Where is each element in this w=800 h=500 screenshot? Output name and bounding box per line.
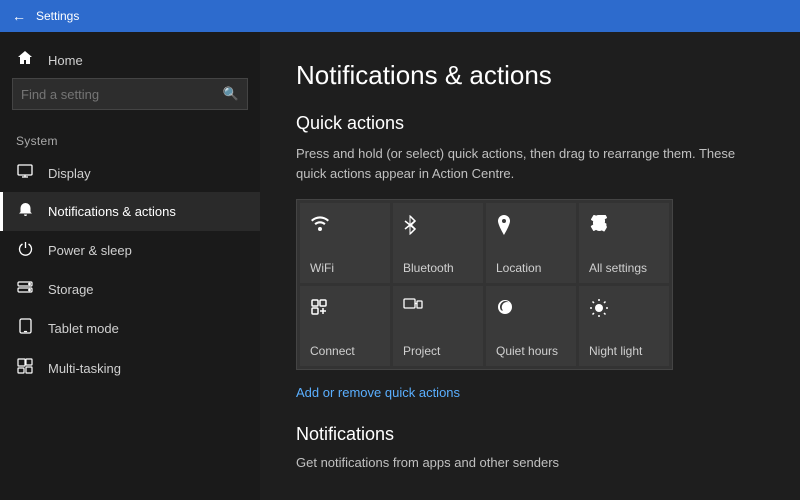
notifications-icon <box>16 202 34 221</box>
night-light-icon <box>589 298 609 323</box>
add-remove-link[interactable]: Add or remove quick actions <box>296 385 460 400</box>
display-icon <box>16 164 34 182</box>
titlebar-title: Settings <box>36 9 79 23</box>
location-label: Location <box>496 261 541 275</box>
bluetooth-label: Bluetooth <box>403 261 454 275</box>
sidebar-item-label-tablet: Tablet mode <box>48 321 119 336</box>
search-input[interactable] <box>21 87 223 102</box>
quick-actions-title: Quick actions <box>296 113 764 134</box>
tablet-icon <box>16 318 34 338</box>
bluetooth-icon <box>403 215 417 240</box>
quick-action-night-light[interactable]: Night light <box>579 286 669 366</box>
search-icon[interactable]: 🔍 <box>223 86 239 102</box>
back-icon: ← <box>12 8 26 24</box>
connect-label: Connect <box>310 344 355 358</box>
sidebar-item-label-power: Power & sleep <box>48 243 132 258</box>
gear-icon <box>589 215 609 240</box>
sidebar-item-power[interactable]: Power & sleep <box>0 231 260 270</box>
night-light-label: Night light <box>589 344 642 358</box>
quick-action-all-settings[interactable]: All settings <box>579 203 669 283</box>
titlebar: ← Settings <box>0 0 800 32</box>
sidebar-item-home[interactable]: Home <box>0 42 260 78</box>
sidebar-item-label-home: Home <box>48 53 83 68</box>
wifi-icon <box>310 215 330 236</box>
connect-icon <box>310 298 328 321</box>
wifi-label: WiFi <box>310 261 334 275</box>
storage-icon <box>16 280 34 298</box>
red-arrow <box>260 174 265 218</box>
quick-actions-grid: WiFi Bluetooth Location Al <box>296 199 673 370</box>
back-button[interactable]: ← <box>12 8 26 24</box>
location-icon <box>496 215 512 240</box>
sidebar-item-storage[interactable]: Storage <box>0 270 260 308</box>
quick-action-bluetooth[interactable]: Bluetooth <box>393 203 483 283</box>
quick-action-location[interactable]: Location <box>486 203 576 283</box>
quick-action-connect[interactable]: Connect <box>300 286 390 366</box>
sidebar: Home 🔍 System Display Notifications & ac… <box>0 32 260 500</box>
sidebar-item-label-storage: Storage <box>48 282 94 297</box>
sidebar-section-label: System <box>0 126 260 154</box>
notifications-title: Notifications <box>296 424 764 445</box>
sidebar-item-multitasking[interactable]: Multi-tasking <box>0 348 260 388</box>
sidebar-item-notifications[interactable]: Notifications & actions <box>0 192 260 231</box>
multitasking-icon <box>16 358 34 378</box>
project-icon <box>403 298 423 319</box>
moon-icon <box>496 298 514 321</box>
project-label: Project <box>403 344 440 358</box>
quick-action-project[interactable]: Project <box>393 286 483 366</box>
sidebar-item-label-display: Display <box>48 166 91 181</box>
sidebar-item-label-notifications: Notifications & actions <box>48 204 176 219</box>
quick-action-quiet-hours[interactable]: Quiet hours <box>486 286 576 366</box>
page-title: Notifications & actions <box>296 60 764 91</box>
notifications-description: Get notifications from apps and other se… <box>296 453 764 473</box>
quick-actions-description: Press and hold (or select) quick actions… <box>296 144 756 183</box>
content-area: Notifications & actions Quick actions Pr… <box>260 32 800 500</box>
quick-action-wifi[interactable]: WiFi <box>300 203 390 283</box>
search-box[interactable]: 🔍 <box>12 78 248 110</box>
sidebar-item-label-multitasking: Multi-tasking <box>48 361 121 376</box>
sidebar-item-tablet[interactable]: Tablet mode <box>0 308 260 348</box>
home-icon <box>16 50 34 70</box>
sidebar-item-display[interactable]: Display <box>0 154 260 192</box>
quiet-hours-label: Quiet hours <box>496 344 558 358</box>
power-icon <box>16 241 34 260</box>
all-settings-label: All settings <box>589 261 647 275</box>
